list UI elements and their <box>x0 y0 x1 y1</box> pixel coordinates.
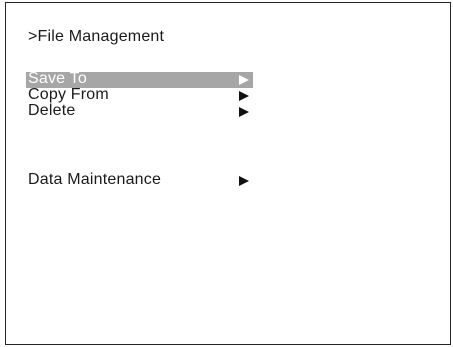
triangle-right-icon <box>239 91 249 101</box>
menu-item-label: Save To <box>28 70 87 87</box>
triangle-right-icon <box>239 75 249 85</box>
triangle-right-icon <box>239 107 249 117</box>
triangle-right-icon <box>239 176 249 186</box>
menu-item-label: Copy From <box>28 86 109 103</box>
menu-item-label: Data Maintenance <box>28 171 162 188</box>
menu-title: >File Management <box>28 28 165 45</box>
menu-item-label: Delete <box>28 102 76 119</box>
menu-item-data-maintenance[interactable]: Data Maintenance <box>26 171 253 189</box>
file-management-screen: >File Management Save To Copy From Delet… <box>5 2 451 345</box>
menu-item-delete[interactable]: Delete <box>26 102 253 120</box>
